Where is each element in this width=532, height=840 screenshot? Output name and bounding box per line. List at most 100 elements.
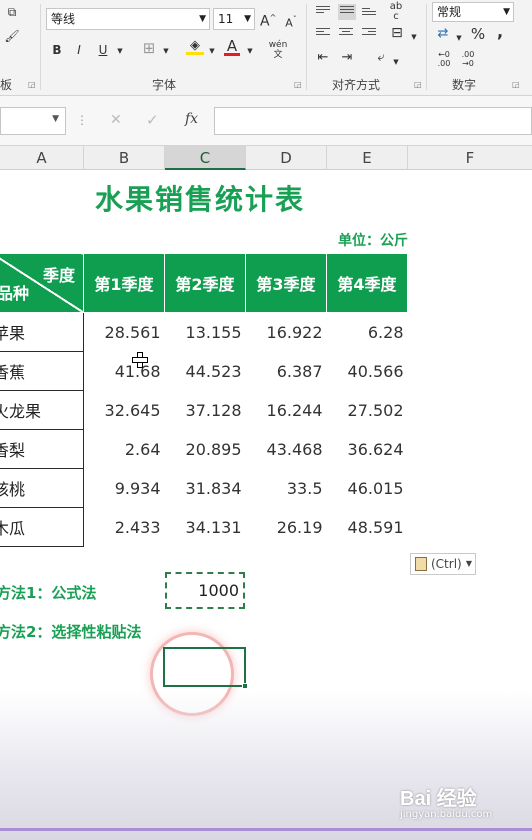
header-q3[interactable]: 第3季度: [245, 253, 327, 313]
name-box[interactable]: ▼: [0, 107, 66, 135]
value-cell[interactable]: 37.128: [165, 391, 246, 430]
borders-icon[interactable]: ⊞: [140, 40, 158, 56]
cancel-icon[interactable]: ✕: [110, 112, 122, 128]
align-middle-icon[interactable]: [338, 4, 356, 20]
align-right-icon[interactable]: [362, 28, 376, 40]
value-cell[interactable]: 26.19: [246, 508, 327, 547]
fill-handle[interactable]: [242, 683, 248, 689]
value-cell[interactable]: 40.566: [327, 352, 408, 391]
method1-label[interactable]: 方法1：公式法: [0, 582, 96, 603]
value-cell[interactable]: 20.895: [165, 430, 246, 469]
column-header-c[interactable]: C: [165, 146, 246, 170]
fruit-name-cell[interactable]: 核桃: [0, 468, 84, 508]
format-painter-icon[interactable]: 🖌: [2, 28, 22, 44]
number-launcher-icon[interactable]: ◲: [512, 80, 520, 89]
align-center-icon[interactable]: [339, 28, 353, 40]
orientation-icon[interactable]: ab c: [388, 2, 404, 22]
value-cell[interactable]: 27.502: [327, 391, 408, 430]
fruit-name-cell[interactable]: 木瓜: [0, 507, 84, 547]
value-cell[interactable]: 2.433: [84, 508, 165, 547]
fruit-name-cell[interactable]: 香梨: [0, 429, 84, 469]
value-cell[interactable]: 28.561: [84, 313, 165, 352]
increase-font-button[interactable]: A^: [260, 10, 276, 30]
method2-label[interactable]: 方法2：选择性粘贴法: [0, 621, 141, 642]
font-name-select[interactable]: 等线 ▼: [46, 8, 210, 30]
formula-input[interactable]: [214, 107, 532, 135]
header-q4[interactable]: 第4季度: [326, 253, 408, 313]
header-q1[interactable]: 第1季度: [83, 253, 165, 313]
comma-button[interactable]: ,: [494, 24, 506, 40]
value-cell[interactable]: 6.387: [246, 352, 327, 391]
corner-season-label: 季度: [42, 266, 75, 285]
align-left-icon[interactable]: [316, 28, 330, 40]
font-group-label: 字体: [152, 78, 177, 92]
fill-color-icon[interactable]: ◈: [186, 38, 204, 55]
italic-button[interactable]: I: [72, 42, 86, 58]
value-cell[interactable]: 32.645: [84, 391, 165, 430]
accounting-format-icon[interactable]: ⇄: [434, 26, 452, 42]
alignment-launcher-icon[interactable]: ◲: [414, 80, 422, 89]
copied-value-cell[interactable]: 1000: [165, 572, 245, 609]
chevron-down-icon[interactable]: ▼: [208, 43, 216, 59]
bold-button[interactable]: B: [50, 42, 64, 58]
value-cell[interactable]: 41.68: [84, 352, 165, 391]
font-size-value: 11: [218, 12, 234, 26]
font-size-select[interactable]: 11 ▼: [213, 8, 255, 30]
unit-label[interactable]: 单位：公斤: [320, 230, 408, 250]
value-cell[interactable]: 2.64: [84, 430, 165, 469]
copy-icon[interactable]: ⧉: [2, 4, 22, 20]
fruit-name-cell[interactable]: 香蕉: [0, 351, 84, 391]
value-cell[interactable]: 16.922: [246, 313, 327, 352]
increase-indent-icon[interactable]: ⇥: [338, 50, 356, 66]
value-cell[interactable]: 36.624: [327, 430, 408, 469]
chevron-down-icon[interactable]: ▼: [455, 30, 463, 46]
column-header-a[interactable]: A: [0, 146, 84, 170]
align-top-icon[interactable]: [316, 6, 330, 18]
chevron-down-icon: ▼: [503, 7, 510, 17]
fruit-name-cell[interactable]: 火龙果: [0, 390, 84, 430]
value-cell[interactable]: 43.468: [246, 430, 327, 469]
merge-center-icon[interactable]: ⊟: [386, 25, 408, 41]
value-cell[interactable]: 13.155: [165, 313, 246, 352]
group-separator: [40, 4, 41, 90]
chevron-down-icon[interactable]: ▼: [392, 54, 400, 70]
column-header-d[interactable]: D: [246, 146, 327, 170]
value-cell[interactable]: 44.523: [165, 352, 246, 391]
chevron-down-icon[interactable]: ▼: [162, 43, 170, 59]
decrease-decimal-icon[interactable]: .00 →0: [458, 50, 478, 68]
align-bottom-icon[interactable]: [362, 8, 376, 20]
increase-decimal-icon[interactable]: ←0.00: [434, 50, 454, 68]
font-color-icon[interactable]: A: [224, 38, 240, 56]
clipboard-launcher-icon[interactable]: ◲: [28, 80, 36, 89]
value-cell[interactable]: 6.28: [327, 313, 408, 352]
corner-header-cell[interactable]: 季度 品种: [0, 253, 84, 313]
sheet-title[interactable]: 水果销售统计表: [70, 178, 330, 218]
column-header-b[interactable]: B: [84, 146, 165, 170]
selected-cell[interactable]: [163, 647, 248, 689]
decrease-indent-icon[interactable]: ⇤: [314, 50, 332, 66]
number-format-select[interactable]: 常规 ▼: [432, 2, 514, 22]
value-cell[interactable]: 31.834: [165, 469, 246, 508]
font-launcher-icon[interactable]: ◲: [294, 80, 302, 89]
header-q2[interactable]: 第2季度: [164, 253, 246, 313]
fruit-name-cell[interactable]: 苹果: [0, 312, 84, 352]
value-cell[interactable]: 9.934: [84, 469, 165, 508]
enter-icon[interactable]: ✓: [146, 111, 159, 129]
value-cell[interactable]: 34.131: [165, 508, 246, 547]
underline-button[interactable]: U: [96, 42, 110, 58]
chevron-down-icon[interactable]: ▼: [116, 43, 124, 59]
chevron-down-icon[interactable]: ▼: [246, 43, 254, 59]
chevron-down-icon[interactable]: ▼: [410, 29, 418, 45]
value-cell[interactable]: 48.591: [327, 508, 408, 547]
phonetic-guide-icon[interactable]: wén 文: [268, 40, 288, 60]
column-header-f[interactable]: F: [408, 146, 532, 170]
value-cell[interactable]: 16.244: [246, 391, 327, 430]
value-cell[interactable]: 33.5: [246, 469, 327, 508]
decrease-font-button[interactable]: Aˇ: [283, 12, 299, 32]
column-header-e[interactable]: E: [327, 146, 408, 170]
percent-button[interactable]: %: [470, 26, 486, 42]
wrap-text-icon[interactable]: ⤶: [372, 50, 390, 66]
insert-function-button[interactable]: fx: [185, 111, 198, 127]
value-cell[interactable]: 46.015: [327, 469, 408, 508]
paste-options-button[interactable]: (Ctrl) ▼: [410, 553, 476, 575]
